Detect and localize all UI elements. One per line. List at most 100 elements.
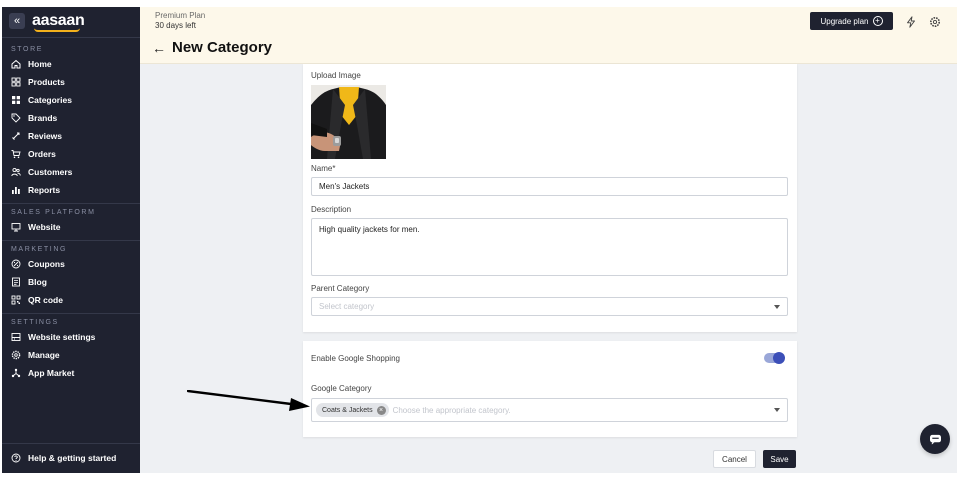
back-arrow-icon[interactable]: ← bbox=[152, 41, 166, 55]
brand-bar: « aasaan bbox=[2, 7, 140, 35]
sidebar: « aasaan STORE Home Products Categories … bbox=[2, 7, 140, 473]
sidebar-item-label: Brands bbox=[28, 113, 58, 123]
save-button[interactable]: Save bbox=[763, 450, 796, 468]
upload-image-label: Upload Image bbox=[311, 71, 361, 80]
section-label-marketing: MARKETING bbox=[11, 246, 68, 253]
sidebar-item-coupons[interactable]: Coupons bbox=[2, 255, 140, 273]
home-icon bbox=[11, 59, 21, 69]
cart-icon bbox=[11, 149, 21, 159]
settings-gear-icon[interactable] bbox=[929, 15, 941, 27]
tag-icon bbox=[11, 113, 21, 123]
sidebar-item-label: Customers bbox=[28, 167, 73, 177]
sidebar-item-website[interactable]: Website bbox=[2, 218, 140, 236]
category-details-card: Upload Image Name* Men's Jackets Descrip… bbox=[303, 64, 797, 332]
google-category-select[interactable]: Coats & Jackets × Choose the appropriate… bbox=[311, 398, 788, 422]
section-label-settings: SETTINGS bbox=[11, 319, 59, 326]
name-input[interactable]: Men's Jackets bbox=[311, 177, 788, 196]
app-window: « aasaan STORE Home Products Categories … bbox=[2, 7, 957, 473]
chip-remove-icon[interactable]: × bbox=[376, 405, 386, 415]
name-input-value: Men's Jackets bbox=[319, 182, 370, 191]
sidebar-item-qr-code[interactable]: QR code bbox=[2, 291, 140, 309]
products-icon bbox=[11, 77, 21, 87]
sidebar-item-label: QR code bbox=[28, 295, 63, 305]
category-image[interactable] bbox=[311, 85, 386, 159]
jacket-photo-icon bbox=[311, 85, 386, 159]
sidebar-help: Help & getting started bbox=[2, 443, 140, 467]
google-category-label: Google Category bbox=[311, 384, 372, 393]
sidebar-item-label: Manage bbox=[28, 350, 60, 360]
description-value: High quality jackets for men. bbox=[319, 225, 420, 234]
sidebar-item-categories[interactable]: Categories bbox=[2, 91, 140, 109]
categories-icon bbox=[11, 95, 21, 105]
blog-icon bbox=[11, 277, 21, 287]
upgrade-plan-button[interactable]: Upgrade plan + bbox=[810, 12, 893, 30]
sidebar-item-reports[interactable]: Reports bbox=[2, 181, 140, 199]
google-category-placeholder: Choose the appropriate category. bbox=[392, 405, 511, 415]
google-shopping-toggle[interactable] bbox=[764, 352, 785, 364]
chevron-down-icon bbox=[774, 304, 780, 309]
coupon-icon bbox=[11, 259, 21, 269]
sidebar-item-label: Blog bbox=[28, 277, 47, 287]
topbar: Premium Plan 30 days left ← New Category… bbox=[140, 7, 957, 64]
sidebar-divider bbox=[2, 203, 140, 204]
sidebar-item-customers[interactable]: Customers bbox=[2, 163, 140, 181]
sidebar-item-home[interactable]: Home bbox=[2, 55, 140, 73]
page-header: ← New Category bbox=[152, 39, 272, 56]
main-content: Upload Image Name* Men's Jackets Descrip… bbox=[140, 64, 957, 473]
sidebar-item-label: App Market bbox=[28, 368, 75, 378]
sidebar-item-orders[interactable]: Orders bbox=[2, 145, 140, 163]
sidebar-item-app-market[interactable]: App Market bbox=[2, 364, 140, 382]
sidebar-item-label: Home bbox=[28, 59, 52, 69]
collapse-sidebar-button[interactable]: « bbox=[9, 13, 25, 29]
plan-name: Premium Plan bbox=[155, 11, 206, 20]
sidebar-item-blog[interactable]: Blog bbox=[2, 273, 140, 291]
app-market-icon bbox=[11, 368, 21, 378]
monitor-icon bbox=[11, 222, 21, 232]
page-title: New Category bbox=[172, 39, 273, 56]
sidebar-item-label: Website settings bbox=[28, 332, 96, 342]
reviews-icon bbox=[11, 131, 21, 141]
website-settings-icon bbox=[11, 332, 21, 342]
name-label: Name* bbox=[311, 164, 336, 173]
lightning-icon[interactable] bbox=[905, 15, 917, 28]
chevron-down-icon bbox=[774, 408, 780, 412]
gear-icon bbox=[11, 350, 21, 360]
toggle-knob bbox=[773, 352, 785, 364]
sidebar-divider bbox=[2, 313, 140, 314]
parent-category-label: Parent Category bbox=[311, 284, 370, 293]
selected-category-chip: Coats & Jackets × bbox=[316, 403, 389, 417]
sidebar-item-products[interactable]: Products bbox=[2, 73, 140, 91]
sidebar-item-label: Categories bbox=[28, 95, 72, 105]
chat-button[interactable] bbox=[920, 424, 950, 454]
sidebar-item-help[interactable]: Help & getting started bbox=[2, 449, 140, 467]
sidebar-item-reviews[interactable]: Reviews bbox=[2, 127, 140, 145]
description-textarea[interactable]: High quality jackets for men. bbox=[311, 218, 788, 276]
parent-category-placeholder: Select category bbox=[319, 302, 375, 311]
sidebar-item-label: Help & getting started bbox=[28, 453, 117, 463]
sidebar-item-label: Website bbox=[28, 222, 61, 232]
sidebar-item-label: Products bbox=[28, 77, 65, 87]
upgrade-plan-label: Upgrade plan bbox=[820, 16, 869, 26]
google-shopping-label: Enable Google Shopping bbox=[311, 354, 400, 363]
sidebar-item-manage[interactable]: Manage bbox=[2, 346, 140, 364]
customers-icon bbox=[11, 167, 21, 177]
logo[interactable]: aasaan bbox=[32, 12, 85, 32]
sidebar-item-label: Coupons bbox=[28, 259, 65, 269]
description-label: Description bbox=[311, 205, 352, 214]
sidebar-item-label: Reports bbox=[28, 185, 61, 195]
sidebar-divider bbox=[2, 240, 140, 241]
qr-code-icon bbox=[11, 295, 21, 305]
google-shopping-card: Enable Google Shopping Google Category C… bbox=[303, 341, 797, 437]
parent-category-select[interactable]: Select category bbox=[311, 297, 788, 316]
plus-circle-icon: + bbox=[872, 16, 883, 26]
sidebar-item-label: Reviews bbox=[28, 131, 63, 141]
section-label-store: STORE bbox=[11, 46, 43, 53]
bar-chart-icon bbox=[11, 185, 21, 195]
chat-bubble-icon bbox=[929, 434, 941, 445]
sidebar-item-brands[interactable]: Brands bbox=[2, 109, 140, 127]
section-label-sales-platform: SALES PLATFORM bbox=[11, 209, 96, 216]
sidebar-item-label: Orders bbox=[28, 149, 56, 159]
cancel-button[interactable]: Cancel bbox=[713, 450, 756, 468]
plan-days-left: 30 days left bbox=[155, 21, 196, 30]
sidebar-item-website-settings[interactable]: Website settings bbox=[2, 328, 140, 346]
